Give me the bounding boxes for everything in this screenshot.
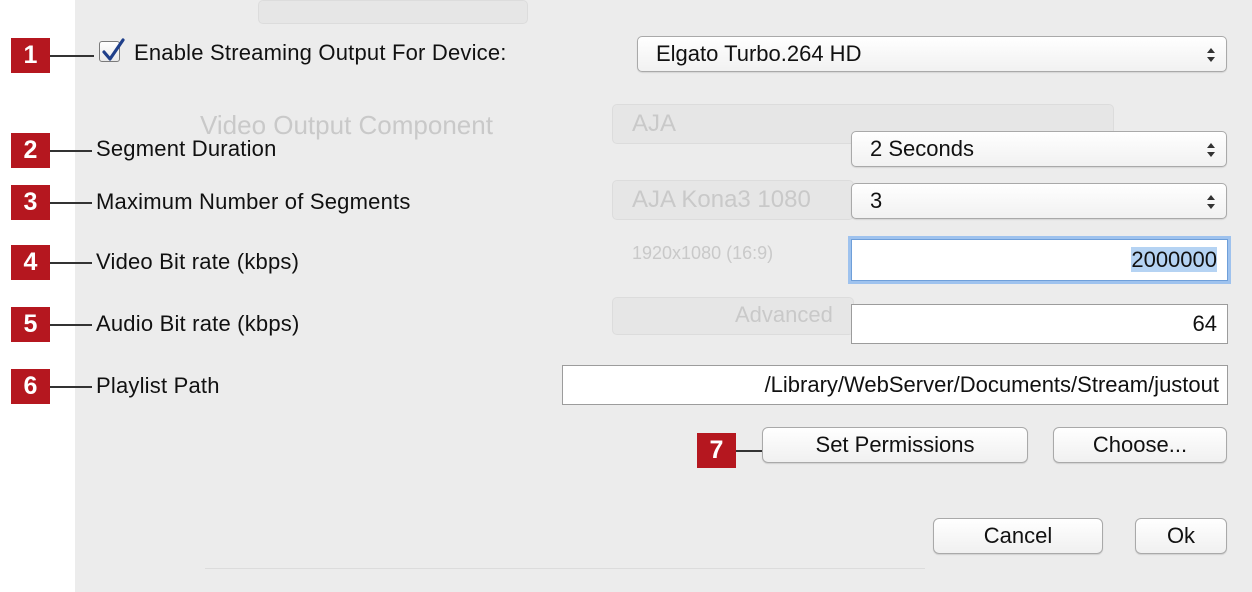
segment-duration-select[interactable]: 2 Seconds <box>851 131 1227 167</box>
device-select[interactable]: Elgato Turbo.264 HD <box>637 36 1227 72</box>
segment-duration-value: 2 Seconds <box>870 136 974 161</box>
audio-bitrate-input[interactable]: 64 <box>851 304 1228 344</box>
ghost-kona-text: AJA Kona3 1080 <box>632 186 811 213</box>
max-segments-select[interactable]: 3 <box>851 183 1227 219</box>
ghost-divider <box>205 568 925 569</box>
video-bitrate-value: 2000000 <box>1131 247 1217 272</box>
annotation-badge-5: 5 <box>11 307 50 342</box>
enable-streaming-label[interactable]: Enable Streaming Output For Device: <box>134 40 507 66</box>
segment-duration-label: Segment Duration <box>96 136 277 161</box>
annotation-badge-2: 2 <box>11 133 50 168</box>
annotation-badge-4: 4 <box>11 245 50 280</box>
audio-bitrate-label: Audio Bit rate (kbps) <box>96 311 300 336</box>
max-segments-value: 3 <box>870 188 883 213</box>
ghost-resolution-text: 1920x1080 (16:9) <box>632 243 774 263</box>
annotation-connector-7 <box>736 450 762 452</box>
annotation-connector-3 <box>50 202 92 204</box>
up-down-arrows-icon <box>1207 143 1215 157</box>
annotation-connector-1 <box>50 55 94 57</box>
video-bitrate-label: Video Bit rate (kbps) <box>96 249 300 274</box>
video-bitrate-input[interactable]: 2000000 <box>851 239 1228 281</box>
annotation-connector-2 <box>50 150 92 152</box>
choose-button[interactable]: Choose... <box>1053 427 1227 463</box>
up-down-arrows-icon <box>1207 48 1215 62</box>
ghost-advanced-text: Advanced <box>735 302 833 327</box>
playlist-path-label: Playlist Path <box>96 373 220 398</box>
annotation-badge-1: 1 <box>11 38 50 73</box>
ghost-aja-text: AJA <box>632 110 677 137</box>
annotation-connector-5 <box>50 324 92 326</box>
device-select-value: Elgato Turbo.264 HD <box>656 41 862 66</box>
dialog-panel <box>75 0 1252 592</box>
checkmark-icon <box>102 38 125 61</box>
audio-bitrate-value: 64 <box>1192 311 1217 336</box>
ok-button[interactable]: Ok <box>1135 518 1227 554</box>
annotation-connector-6 <box>50 386 92 388</box>
annotation-badge-7: 7 <box>697 433 736 468</box>
annotation-badge-6: 6 <box>11 369 50 404</box>
cancel-button[interactable]: Cancel <box>933 518 1103 554</box>
max-segments-label: Maximum Number of Segments <box>96 189 411 214</box>
enable-streaming-checkbox[interactable] <box>99 38 125 62</box>
set-permissions-button[interactable]: Set Permissions <box>762 427 1028 463</box>
ghost-tab <box>258 0 528 24</box>
playlist-path-value: /Library/WebServer/Documents/Stream/just… <box>764 372 1219 397</box>
up-down-arrows-icon <box>1207 195 1215 209</box>
playlist-path-input[interactable]: /Library/WebServer/Documents/Stream/just… <box>562 365 1228 405</box>
annotation-badge-3: 3 <box>11 185 50 220</box>
annotation-connector-4 <box>50 262 92 264</box>
